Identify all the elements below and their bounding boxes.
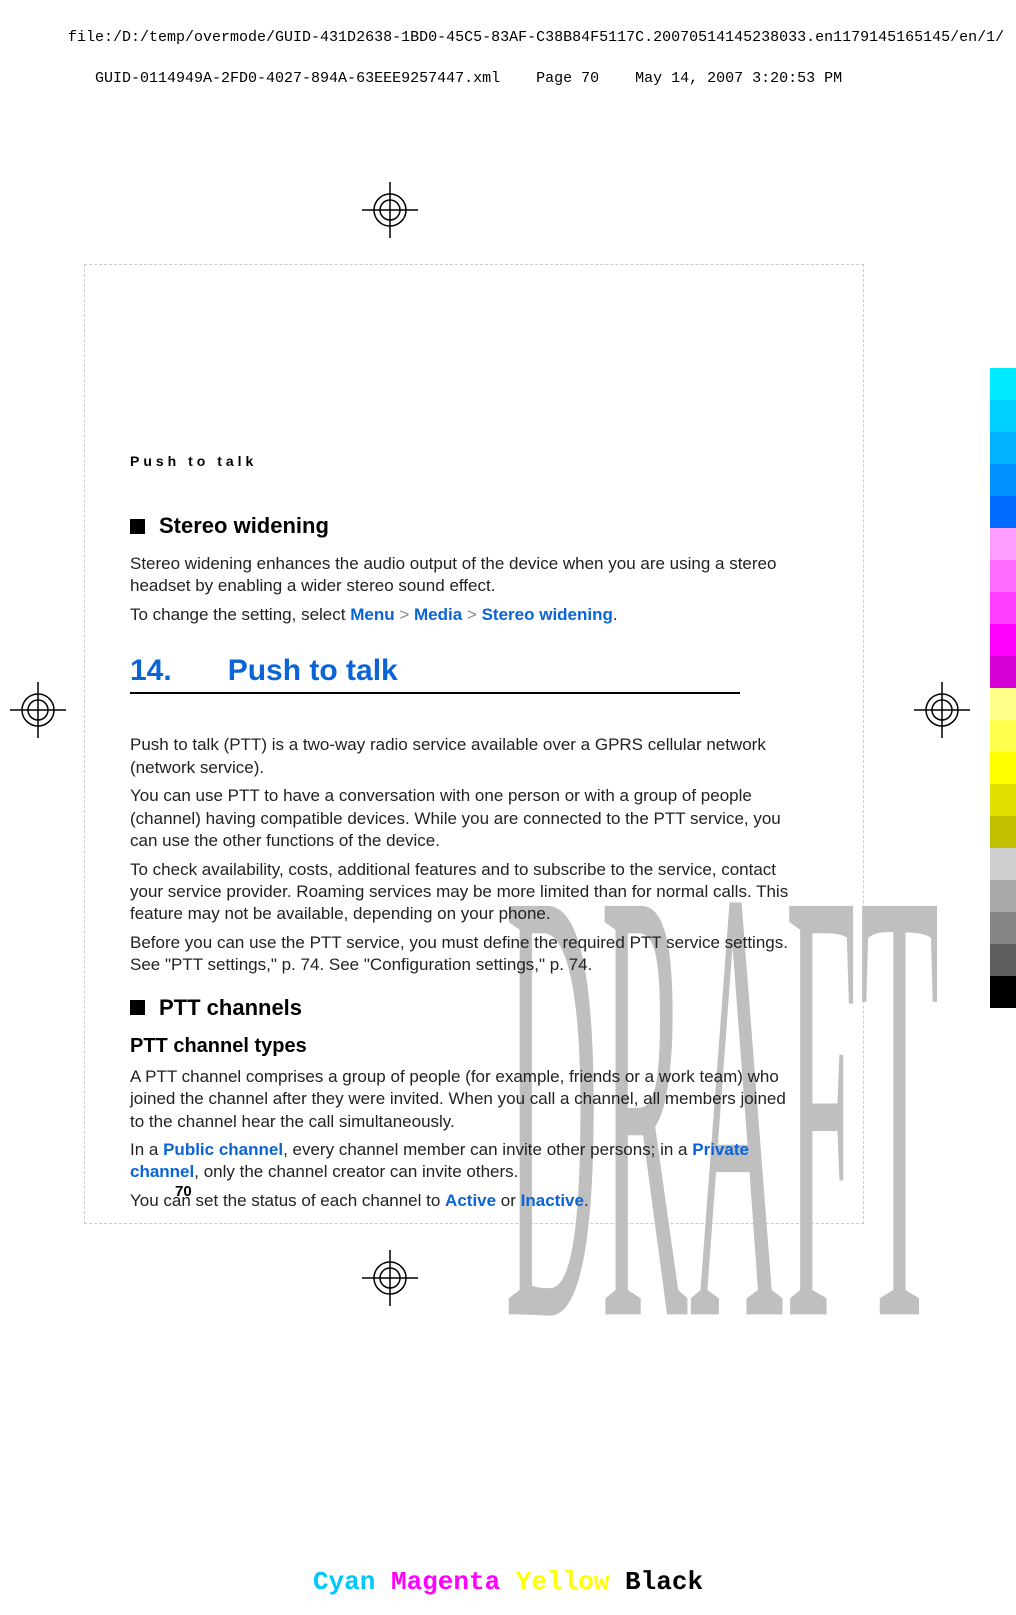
color-bar — [990, 368, 1016, 400]
color-bar — [990, 656, 1016, 688]
para: A PTT channel comprises a group of peopl… — [130, 1066, 790, 1133]
color-bar — [990, 560, 1016, 592]
print-header: file:/D:/temp/overmode/GUID-431D2638-1BD… — [50, 8, 1004, 89]
running-head: Push to talk — [130, 453, 823, 469]
color-calibration-bars — [990, 368, 1016, 1008]
color-bar — [990, 880, 1016, 912]
color-bar — [990, 752, 1016, 784]
color-bar — [990, 400, 1016, 432]
square-bullet-icon — [130, 519, 145, 534]
footer-magenta: Magenta — [391, 1567, 500, 1597]
para: Before you can use the PTT service, you … — [130, 932, 790, 977]
menu-path-media: Media — [414, 605, 462, 624]
term-public-channel: Public channel — [163, 1140, 283, 1159]
footer-cyan: Cyan — [313, 1567, 375, 1597]
page-body: DRAFT Push to talk Stereo widening Stere… — [84, 264, 864, 1224]
para: You can use PTT to have a conversation w… — [130, 785, 790, 852]
heading-ptt-channels: PTT channels — [130, 995, 823, 1021]
para: To change the setting, select Menu > Med… — [130, 604, 790, 626]
chapter-rule — [130, 692, 740, 694]
color-bar — [990, 496, 1016, 528]
registration-mark-top — [360, 180, 420, 240]
text: , only the channel creator can invite ot… — [194, 1162, 518, 1181]
color-bar — [990, 784, 1016, 816]
color-footer: Cyan Magenta Yellow Black — [0, 1567, 1016, 1597]
para: In a Public channel, every channel membe… — [130, 1139, 790, 1184]
square-bullet-icon — [130, 1000, 145, 1015]
registration-mark-left — [8, 680, 68, 740]
color-bar — [990, 976, 1016, 1008]
page-number: 70 — [175, 1183, 868, 1200]
chapter-title: Push to talk — [228, 654, 398, 688]
color-bar — [990, 912, 1016, 944]
color-bar — [990, 848, 1016, 880]
para: Stereo widening enhances the audio outpu… — [130, 553, 790, 598]
menu-path-stereo-widening: Stereo widening — [482, 605, 613, 624]
heading-ptt-channel-types: PTT channel types — [130, 1035, 823, 1058]
color-bar — [990, 528, 1016, 560]
registration-mark-right — [912, 680, 972, 740]
color-bar — [990, 624, 1016, 656]
registration-mark-bottom — [360, 1248, 420, 1308]
chapter-heading: 14. Push to talk — [130, 654, 823, 694]
footer-black: Black — [625, 1567, 703, 1597]
text: . — [613, 605, 618, 624]
heading-stereo-widening: Stereo widening — [130, 513, 823, 539]
color-bar — [990, 592, 1016, 624]
color-bar — [990, 688, 1016, 720]
color-bar — [990, 816, 1016, 848]
breadcrumb-sep: > — [399, 605, 409, 624]
text: , every channel member can invite other … — [283, 1140, 692, 1159]
breadcrumb-sep: > — [467, 605, 477, 624]
footer-yellow: Yellow — [516, 1567, 610, 1597]
text: To change the setting, select — [130, 605, 350, 624]
color-bar — [990, 432, 1016, 464]
color-bar — [990, 720, 1016, 752]
text: In a — [130, 1140, 163, 1159]
color-bar — [990, 464, 1016, 496]
color-bar — [990, 944, 1016, 976]
menu-path-menu: Menu — [350, 605, 394, 624]
print-header-line2: GUID-0114949A-2FD0-4027-894A-63EEE925744… — [68, 70, 842, 87]
para: To check availability, costs, additional… — [130, 859, 790, 926]
heading-stereo-widening-text: Stereo widening — [159, 513, 329, 539]
print-header-line1: file:/D:/temp/overmode/GUID-431D2638-1BD… — [68, 29, 1004, 46]
para: Push to talk (PTT) is a two-way radio se… — [130, 734, 790, 779]
chapter-number: 14. — [130, 654, 172, 688]
heading-ptt-channels-text: PTT channels — [159, 995, 302, 1021]
